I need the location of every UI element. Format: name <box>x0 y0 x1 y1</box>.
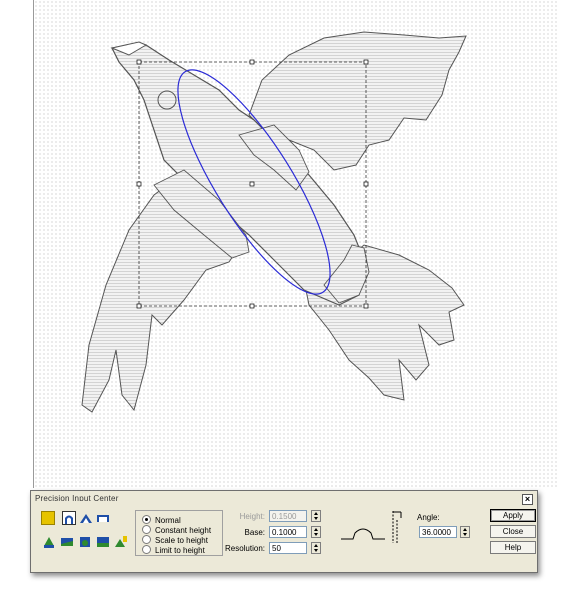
roof-profile-icon[interactable] <box>79 511 93 525</box>
radio-normal-circle[interactable] <box>142 515 151 524</box>
layer-tool-icon[interactable] <box>96 535 110 549</box>
angle-input[interactable]: 36.0000 <box>419 526 457 538</box>
selection-handle[interactable] <box>363 181 369 187</box>
sweep-tool-icon[interactable] <box>60 535 74 549</box>
radio-limit-to-height-circle[interactable] <box>142 545 151 554</box>
revolve-tool-icon[interactable] <box>78 535 92 549</box>
height-spinner[interactable] <box>311 510 321 522</box>
design-canvas[interactable] <box>33 0 557 488</box>
radio-constant-height-circle[interactable] <box>142 525 151 534</box>
radio-scale-to-height-label: Scale to height <box>155 536 208 545</box>
resolution-spinner[interactable] <box>311 542 321 554</box>
selection-handle[interactable] <box>136 181 142 187</box>
close-button[interactable]: Close <box>490 525 536 538</box>
radio-limit-to-height[interactable]: Limit to height <box>142 545 205 555</box>
close-icon[interactable]: × <box>522 494 533 505</box>
flat-profile-icon[interactable] <box>96 511 110 525</box>
height-label: Height: <box>239 512 265 521</box>
paint-tool-icon[interactable] <box>114 535 128 549</box>
selection-handle[interactable] <box>136 59 142 65</box>
selection-handle[interactable] <box>363 303 369 309</box>
selection-handle[interactable] <box>249 59 255 65</box>
bird-design-drawing <box>81 31 467 413</box>
radio-scale-to-height-circle[interactable] <box>142 535 151 544</box>
angle-spinner[interactable] <box>460 526 470 538</box>
dialog-title: Precision Input Center <box>35 494 119 501</box>
base-input[interactable]: 0.1000 <box>269 526 307 538</box>
selection-handle[interactable] <box>249 181 255 187</box>
color-swatch-icon[interactable] <box>41 511 55 525</box>
angle-label: Angle: <box>417 513 440 522</box>
precision-input-center-dialog: Precision Input Center × Normal Constant… <box>30 490 538 573</box>
apply-button[interactable]: Apply <box>490 509 536 522</box>
height-gauge-icon <box>392 511 402 543</box>
help-button[interactable]: Help <box>490 541 536 554</box>
selection-handle[interactable] <box>249 303 255 309</box>
radio-limit-to-height-label: Limit to height <box>155 546 205 555</box>
radio-normal-label: Normal <box>155 516 181 525</box>
bird-eye <box>157 90 177 110</box>
radio-normal[interactable]: Normal <box>142 515 181 525</box>
radio-scale-to-height[interactable]: Scale to height <box>142 535 208 545</box>
resolution-input[interactable]: 50 <box>269 542 307 554</box>
height-input[interactable]: 0.1500 <box>269 510 307 522</box>
selection-handle[interactable] <box>136 303 142 309</box>
selection-handle[interactable] <box>363 59 369 65</box>
radio-constant-height[interactable]: Constant height <box>142 525 211 535</box>
profile-preview-icon <box>341 528 385 540</box>
resolution-label: Resolution: <box>224 544 265 553</box>
arch-profile-icon[interactable] <box>62 511 76 525</box>
radio-constant-height-label: Constant height <box>155 526 212 535</box>
base-spinner[interactable] <box>311 526 321 538</box>
base-label: Base: <box>244 528 265 537</box>
extrude-tool-icon[interactable] <box>42 535 56 549</box>
